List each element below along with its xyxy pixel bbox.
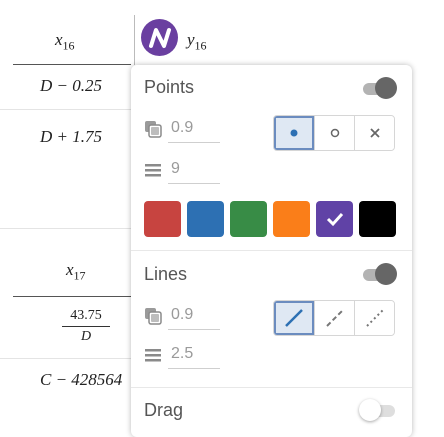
color-swatch-blue[interactable] [187, 201, 224, 237]
solid-line-option[interactable] [274, 301, 314, 335]
points-opacity-field[interactable]: 0.9 [144, 114, 224, 144]
line-width-field[interactable]: 2.5 [144, 340, 224, 370]
style-popup: Points 0.9 9 Lines 0.9 2.5 Drag [131, 65, 412, 437]
line-width-value: 2.5 [171, 345, 194, 362]
points-title: Points [144, 77, 195, 97]
drag-title: Drag [144, 400, 184, 420]
color-swatch-red[interactable] [144, 201, 181, 237]
dotted-line-option[interactable] [354, 301, 394, 335]
cross-icon [369, 128, 380, 138]
point-size-value: 9 [171, 160, 180, 177]
lines-opacity-value: 0.9 [171, 306, 194, 323]
color-swatch-orange[interactable] [273, 201, 310, 237]
field-underline [168, 142, 220, 143]
dashed-line-icon [325, 309, 344, 327]
header-var: x [66, 260, 74, 279]
dotted-line-icon [365, 309, 384, 327]
row-separator [0, 109, 131, 110]
fraction-bar [62, 326, 110, 327]
column-header-x16[interactable]: x16 [55, 30, 75, 53]
header-sub: 16 [62, 38, 75, 53]
header-sub: 17 [73, 268, 86, 283]
column-header-x17[interactable]: x17 [66, 260, 86, 283]
opacity-icon [145, 308, 162, 325]
lines-toggle[interactable] [359, 263, 397, 285]
field-underline [168, 183, 220, 184]
opacity-icon [145, 121, 162, 138]
filled-dot-option[interactable] [274, 116, 314, 150]
row-separator [0, 358, 131, 359]
fraction-numerator: 43.75 [70, 308, 102, 323]
toggle-knob [375, 77, 397, 99]
checkmark-icon [326, 212, 343, 227]
color-swatch-purple[interactable] [316, 201, 353, 237]
drag-toggle[interactable] [359, 399, 397, 421]
section-divider [131, 387, 412, 388]
header-sub: 16 [194, 38, 207, 53]
filled-dot-icon [290, 129, 298, 137]
lines-title: Lines [144, 264, 188, 284]
section-divider [131, 250, 412, 251]
table-cell[interactable]: D − 0.25 [40, 76, 102, 96]
size-icon [145, 164, 161, 177]
points-opacity-value: 0.9 [171, 119, 194, 136]
color-swatch-green[interactable] [230, 201, 267, 237]
column-divider [134, 15, 135, 65]
fraction-cell[interactable]: 43.75 D [62, 308, 110, 345]
table-cell[interactable]: D + 1.75 [40, 127, 102, 147]
points-toggle[interactable] [359, 77, 397, 99]
toggle-knob [375, 263, 397, 285]
header-var: x [55, 30, 63, 49]
fraction-denominator: D [80, 329, 92, 344]
color-swatch-black[interactable] [359, 201, 396, 237]
header-var: y [187, 30, 195, 49]
table-cell[interactable]: C − 428564 [40, 370, 122, 390]
table-separator [0, 228, 131, 229]
dashed-line-option[interactable] [314, 301, 354, 335]
n-logo-icon [148, 27, 171, 48]
line-style-selector [273, 300, 395, 336]
open-dot-icon [330, 128, 339, 138]
lines-opacity-field[interactable]: 0.9 [144, 301, 224, 331]
series-style-button[interactable] [141, 19, 178, 56]
width-icon [145, 349, 161, 362]
column-header-y16[interactable]: y16 [187, 30, 207, 53]
header-underline [13, 296, 131, 297]
open-dot-option[interactable] [314, 116, 354, 150]
cross-option[interactable] [354, 116, 394, 150]
solid-line-icon [285, 309, 303, 327]
header-underline [13, 64, 131, 65]
field-underline [168, 329, 220, 330]
point-style-selector [273, 115, 395, 151]
point-size-field[interactable]: 9 [144, 155, 224, 185]
field-underline [168, 368, 220, 369]
toggle-knob [359, 399, 381, 421]
